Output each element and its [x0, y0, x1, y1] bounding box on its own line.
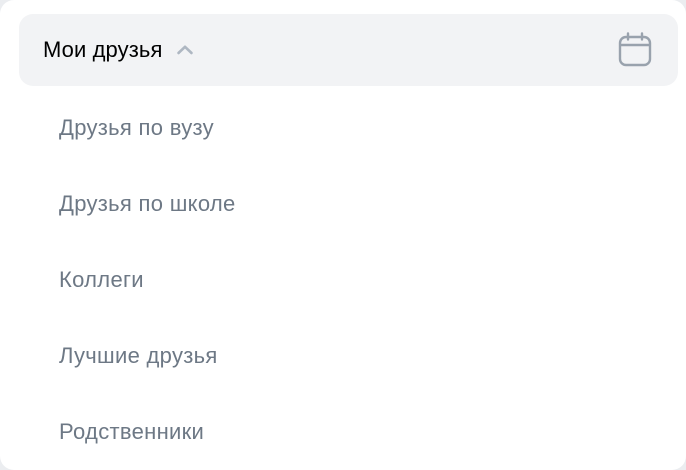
- list-item-university-friends[interactable]: Друзья по вузу: [0, 90, 686, 166]
- friends-lists-panel: Мои друзья Друзья по вузу Друзья по школ…: [0, 0, 686, 470]
- friends-header[interactable]: Мои друзья: [19, 14, 678, 86]
- header-title: Мои друзья: [43, 37, 163, 62]
- friends-list: Друзья по вузу Друзья по школе Коллеги Л…: [0, 90, 686, 470]
- list-item-best-friends[interactable]: Лучшие друзья: [0, 318, 686, 394]
- list-item-relatives[interactable]: Родственники: [0, 394, 686, 470]
- list-item-colleagues[interactable]: Коллеги: [0, 242, 686, 318]
- list-item-school-friends[interactable]: Друзья по школе: [0, 166, 686, 242]
- calendar-icon[interactable]: [617, 32, 653, 68]
- chevron-up-icon[interactable]: [173, 38, 197, 62]
